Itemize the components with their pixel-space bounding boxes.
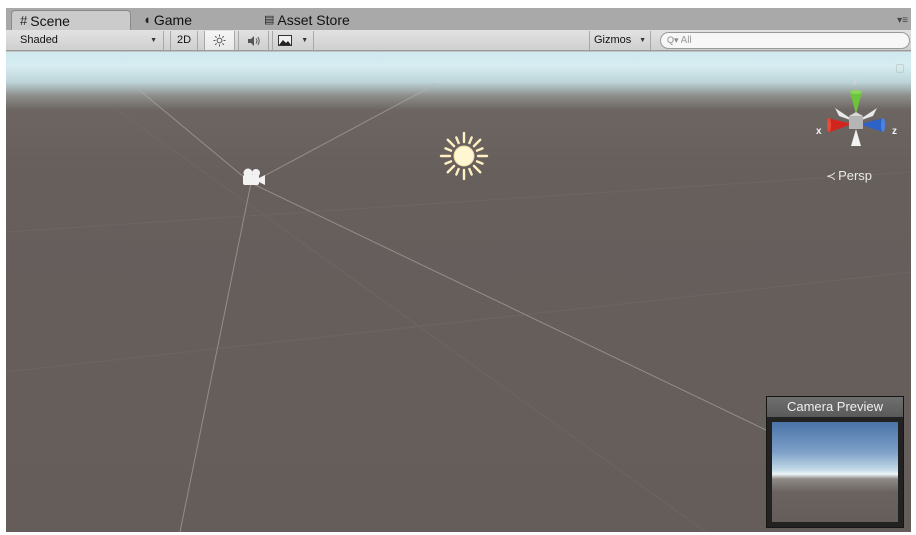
sun-ray	[446, 138, 456, 148]
tab-asset-store-label: Asset Store	[277, 12, 350, 28]
x-axis-label: x	[816, 126, 822, 137]
sun-ray	[444, 160, 453, 165]
projection-label: Persp	[838, 168, 873, 183]
grid-icon: #	[20, 12, 28, 28]
sun-icon	[213, 34, 226, 47]
scene-viewport[interactable]: y x z ≺ Persp Camera Preview	[6, 52, 911, 532]
search-icon: Q▾	[667, 35, 679, 45]
effects-dropdown[interactable]: ▼	[272, 31, 314, 50]
camera-preview-panel: Camera Preview	[766, 396, 904, 528]
chevron-down-icon: ▼	[639, 37, 647, 44]
camera-preview-title: Camera Preview	[767, 397, 903, 417]
sun-ray	[475, 160, 484, 165]
perspective-icon: ≺	[826, 168, 837, 183]
sun-ray	[455, 167, 460, 176]
search-input[interactable]	[680, 35, 881, 46]
gizmos-dropdown[interactable]: Gizmos ▼	[589, 31, 651, 50]
camera-gizmo-icon[interactable]	[239, 166, 267, 188]
orientation-gizmo[interactable]: y x z	[806, 72, 906, 172]
sun-ray	[446, 164, 456, 174]
chevron-down-icon: ▼	[301, 37, 309, 44]
tab-game[interactable]: ◖ Game	[143, 10, 192, 30]
tab-game-label: Game	[153, 12, 192, 28]
tab-menu-icon[interactable]: ▾≡	[897, 15, 908, 26]
projection-toggle[interactable]: ≺ Persp	[826, 168, 872, 183]
speaker-icon	[247, 35, 260, 46]
unity-editor-window: # Scene ◖ Game ▤ Asset Store ▾≡ Shaded ▼…	[6, 8, 911, 532]
image-icon	[277, 35, 292, 46]
draw-mode-dropdown[interactable]: Shaded ▼	[14, 31, 164, 50]
shopping-bag-icon: ▤	[264, 14, 275, 26]
tab-bar: # Scene ◖ Game ▤ Asset Store ▾≡	[6, 8, 911, 30]
camera-preview-image	[772, 422, 898, 522]
2d-toggle-button[interactable]: 2D	[170, 31, 198, 50]
sun-ray	[468, 136, 473, 145]
sun-ray	[468, 167, 473, 176]
draw-mode-value: Shaded	[20, 34, 58, 46]
sun-ray	[472, 138, 482, 148]
pacman-icon: ◖	[143, 12, 151, 27]
tab-scene-label: Scene	[30, 12, 70, 29]
sun-ray	[455, 136, 460, 145]
sun-ray	[475, 147, 484, 152]
tab-scene[interactable]: # Scene	[11, 10, 131, 30]
tab-asset-store[interactable]: ▤ Asset Store	[264, 10, 350, 30]
search-field[interactable]: Q▾	[660, 32, 910, 49]
lighting-toggle-button[interactable]	[204, 31, 235, 50]
sun-ray	[472, 164, 482, 174]
chevron-down-icon: ▼	[150, 37, 157, 44]
gizmos-label: Gizmos	[593, 34, 632, 46]
sun-ray	[444, 147, 453, 152]
y-axis-label: y	[853, 75, 858, 85]
scene-toolbar: Shaded ▼ 2D ▼ Gizmos ▼ Q▾ All	[6, 30, 911, 51]
audio-toggle-button[interactable]	[238, 31, 269, 50]
2d-toggle-label: 2D	[176, 34, 192, 46]
z-axis-label: z	[892, 126, 897, 137]
directional-light-icon[interactable]	[438, 130, 490, 182]
